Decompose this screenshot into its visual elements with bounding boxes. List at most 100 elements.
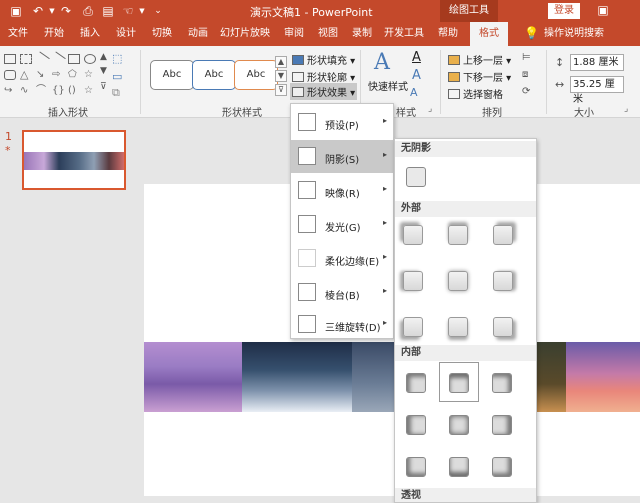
square-shape-icon[interactable]: [68, 54, 80, 64]
shadow-none-option[interactable]: [406, 167, 426, 187]
shape-outline-button[interactable]: 形状轮廓 ▾: [292, 69, 355, 84]
inner-shadow-option[interactable]: [449, 373, 469, 393]
styles-more-icon[interactable]: ⊽: [275, 84, 287, 96]
tab-slideshow[interactable]: 幻灯片放映: [218, 22, 272, 46]
shape-fill-button[interactable]: 形状填充 ▾: [292, 52, 355, 67]
line-connector-shape-icon[interactable]: ↘: [36, 70, 48, 80]
star-small-shape-icon[interactable]: ☆: [84, 86, 96, 96]
menu-item-shadow[interactable]: 阴影(S) ▸: [291, 140, 393, 173]
tab-design[interactable]: 设计: [112, 22, 140, 46]
inner-shadow-option[interactable]: [449, 457, 469, 477]
outer-shadow-option[interactable]: [403, 271, 423, 291]
tab-view[interactable]: 视图: [314, 22, 342, 46]
textbox-icon[interactable]: ▭: [112, 70, 122, 83]
outer-shadow-option[interactable]: [493, 225, 513, 245]
tab-review[interactable]: 审阅: [280, 22, 308, 46]
inner-shadow-option[interactable]: [492, 373, 512, 393]
freeform-shape-icon[interactable]: ∿: [20, 86, 32, 96]
merge-shapes-icon[interactable]: ⧉: [112, 86, 120, 100]
gallery-more-icon[interactable]: ⊽: [100, 82, 107, 92]
text-outline-icon[interactable]: A: [412, 68, 421, 83]
tab-record[interactable]: 录制: [348, 22, 376, 46]
shape-style-1[interactable]: Abc: [150, 60, 194, 90]
tab-file[interactable]: 文件: [4, 22, 32, 46]
tab-format[interactable]: 格式: [470, 22, 508, 46]
inner-shadow-option[interactable]: [492, 457, 512, 477]
tab-developer[interactable]: 开发工具: [382, 22, 426, 46]
line-shape-icon[interactable]: [34, 51, 50, 67]
arrow-line-shape-icon[interactable]: [50, 51, 66, 67]
shape-effects-button[interactable]: 形状效果 ▾: [290, 83, 358, 100]
gallery-up-icon[interactable]: ▲: [100, 52, 107, 62]
outer-shadow-option[interactable]: [448, 225, 468, 245]
inner-shadow-option[interactable]: [406, 457, 426, 477]
send-backward-button[interactable]: 下移一层 ▾: [448, 69, 511, 84]
text-effects-icon[interactable]: A: [410, 86, 418, 99]
slide-thumbnail[interactable]: [22, 130, 126, 190]
picture-icon[interactable]: ▤: [100, 3, 116, 19]
tab-insert[interactable]: 插入: [76, 22, 104, 46]
inner-shadow-option[interactable]: [492, 415, 512, 435]
photo-strip-shape[interactable]: [144, 342, 640, 412]
dialog-launcher-icon[interactable]: ⌟: [428, 104, 432, 114]
textbox-shape-icon[interactable]: [20, 54, 32, 64]
gallery-down-icon[interactable]: ▼: [100, 66, 107, 76]
menu-item-3d-rotation[interactable]: 三维旋转(D) ▸: [291, 308, 393, 341]
triangle-shape-icon[interactable]: △: [20, 69, 32, 80]
outer-shadow-option[interactable]: [493, 317, 513, 337]
outer-shadow-option[interactable]: [493, 271, 513, 291]
outer-shadow-option[interactable]: [448, 271, 468, 291]
rectangle-shape-icon[interactable]: [4, 54, 16, 64]
right-arrow-shape-icon[interactable]: ⇨: [52, 70, 64, 80]
menu-item-bevel[interactable]: 棱台(B) ▸: [291, 276, 393, 309]
rotate-icon[interactable]: ⟳: [522, 86, 530, 97]
curve-shape-icon[interactable]: ↪: [4, 86, 16, 96]
oval-shape-icon[interactable]: [84, 54, 96, 64]
star-shape-icon[interactable]: ☆: [84, 70, 96, 80]
height-input[interactable]: 1.88 厘米: [570, 54, 624, 71]
redo-icon[interactable]: ↷: [58, 3, 74, 19]
tab-help[interactable]: 帮助: [434, 22, 462, 46]
menu-item-soft-edges[interactable]: 柔化边缘(E) ▸: [291, 242, 393, 275]
presenter-icon[interactable]: ⎙: [80, 3, 96, 19]
scribble-shape-icon[interactable]: ⌒: [36, 86, 48, 96]
edit-shape-icon[interactable]: ⬚: [112, 52, 122, 65]
arrange-group-label: 排列: [482, 108, 502, 119]
menu-item-glow[interactable]: 发光(G) ▸: [291, 208, 393, 241]
width-input[interactable]: 35.25 厘米: [570, 76, 624, 105]
section-perspective: 透视: [395, 488, 536, 502]
outer-shadow-option[interactable]: [403, 225, 423, 245]
brace-shape-icon[interactable]: {}: [52, 86, 65, 96]
touch-dropdown-icon[interactable]: ▼: [134, 3, 150, 19]
menu-item-preset[interactable]: 预设(P) ▸: [291, 106, 393, 139]
login-button[interactable]: 登录: [548, 3, 580, 19]
tell-me-search[interactable]: 操作说明搜索: [544, 22, 604, 46]
quick-styles-button[interactable]: 快速样式: [368, 78, 408, 93]
inner-shadow-option[interactable]: [406, 415, 426, 435]
outer-shadow-option[interactable]: [448, 317, 468, 337]
align-icon[interactable]: ⊨: [522, 52, 531, 63]
save-icon[interactable]: ▣: [8, 3, 24, 19]
rounded-rect-shape-icon[interactable]: [4, 70, 16, 80]
bring-forward-button[interactable]: 上移一层 ▾: [448, 52, 511, 67]
pentagon-shape-icon[interactable]: ⬠: [68, 70, 80, 80]
quick-styles-icon[interactable]: A: [374, 50, 390, 75]
bracket-shape-icon[interactable]: (): [68, 86, 80, 96]
tab-transitions[interactable]: 切换: [148, 22, 176, 46]
styles-down-icon[interactable]: ▼: [275, 70, 287, 82]
tab-home[interactable]: 开始: [40, 22, 68, 46]
shape-style-2[interactable]: Abc: [192, 60, 236, 90]
group-icon[interactable]: ⧈: [522, 69, 528, 80]
inner-shadow-option[interactable]: [449, 415, 469, 435]
outer-shadow-option[interactable]: [403, 317, 423, 337]
selection-pane-button[interactable]: 选择窗格: [448, 86, 503, 101]
styles-up-icon[interactable]: ▲: [275, 56, 287, 68]
shape-style-3[interactable]: Abc: [234, 60, 278, 90]
text-fill-icon[interactable]: A: [412, 50, 421, 65]
customize-icon[interactable]: ⌄: [150, 3, 166, 19]
tab-animations[interactable]: 动画: [184, 22, 212, 46]
inner-shadow-option[interactable]: [406, 373, 426, 393]
size-dialog-launcher-icon[interactable]: ⌟: [624, 104, 628, 114]
ribbon-display-icon[interactable]: ▣: [596, 3, 610, 17]
menu-item-reflection[interactable]: 映像(R) ▸: [291, 174, 393, 207]
